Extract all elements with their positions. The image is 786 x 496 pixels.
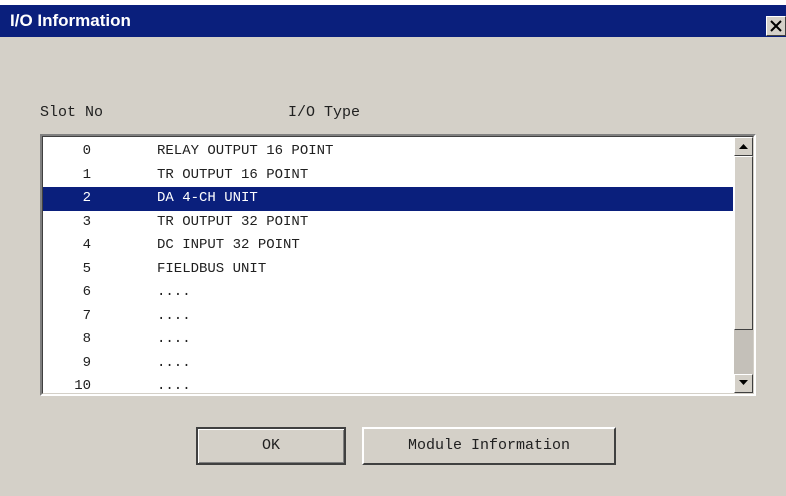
scroll-thumb[interactable] [734,156,753,330]
list-item[interactable]: 0 RELAY OUTPUT 16 POINT [43,140,733,164]
io-list-inner: 0 RELAY OUTPUT 16 POINT 1 TR OUTPUT 16 POIN… [42,136,754,394]
list-item[interactable]: 6.... [43,281,733,305]
column-header-slot-no: Slot No [40,104,104,121]
window-title: I/O Information [10,11,131,30]
arrow-down-icon [739,380,748,385]
slot-number: 5 [82,260,91,277]
io-type: FIELDBUS UNIT [157,260,267,277]
list-item[interactable]: 1 TR OUTPUT 16 POINT [43,164,733,188]
io-type: RELAY OUTPUT 16 POINT [157,143,334,159]
slot-number: 8 [82,331,91,347]
close-button[interactable] [766,16,786,36]
io-type: .... [157,307,191,324]
io-type: .... [157,331,191,347]
io-type: .... [157,378,191,394]
io-type: .... [157,284,191,300]
list-item[interactable]: 5 FIELDBUS UNIT [43,258,733,282]
slot-number: 4 [82,237,91,253]
scroll-up-button[interactable] [734,137,753,156]
list-item[interactable]: 10.... [43,375,733,399]
list-item[interactable]: 4 DC INPUT 32 POINT [43,234,733,258]
io-type: TR OUTPUT 16 POINT [157,166,309,183]
slot-number: 10 [74,378,91,394]
list-item[interactable]: 2 DA 4-CH UNIT [43,187,733,211]
slot-number: 9 [82,354,91,371]
slot-number: 2 [82,190,91,206]
close-icon [770,20,782,32]
slot-number: 1 [82,166,91,183]
io-type: DA 4-CH UNIT [157,190,258,206]
slot-number: 3 [82,213,91,230]
list-item[interactable]: 7.... [43,305,733,329]
vertical-scrollbar[interactable] [734,137,753,393]
io-type: DC INPUT 32 POINT [157,237,300,253]
title-bar: I/O Information [0,0,786,37]
io-type: .... [157,354,191,371]
ok-button[interactable]: OK [196,427,346,465]
scroll-track[interactable] [734,330,753,374]
scroll-down-button[interactable] [734,374,753,393]
io-list-rows: 0 RELAY OUTPUT 16 POINT 1 TR OUTPUT 16 POIN… [43,140,733,399]
slot-number: 6 [82,284,91,300]
io-information-dialog: I/O Information Slot No I/O Type 0 RELAY … [0,0,786,496]
list-item[interactable]: 8.... [43,328,733,352]
slot-number: 0 [82,143,91,159]
slot-number: 7 [82,307,91,324]
arrow-up-icon [739,144,748,149]
list-item[interactable]: 9.... [43,352,733,376]
column-header-io-type: I/O Type [288,104,361,121]
list-item[interactable]: 3 TR OUTPUT 32 POINT [43,211,733,235]
module-information-button[interactable]: Module Information [362,427,616,465]
title-bar-fill: I/O Information [0,5,786,37]
io-list-box[interactable]: 0 RELAY OUTPUT 16 POINT 1 TR OUTPUT 16 POIN… [40,134,756,396]
io-type: TR OUTPUT 32 POINT [157,213,309,230]
